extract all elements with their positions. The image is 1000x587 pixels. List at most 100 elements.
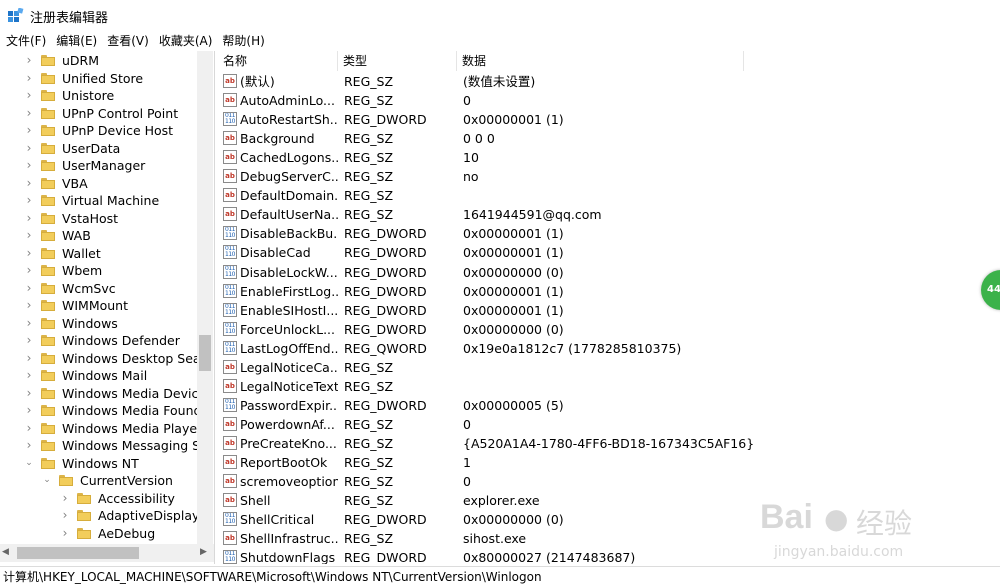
registry-value-row[interactable]: 011 110 AutoRestartSh... REG_DWORD 0x0000000… (218, 110, 1000, 129)
value-name: DefaultDomain... (240, 188, 338, 204)
tree-item-label: UPnP Device Host (62, 123, 174, 138)
registry-value-row[interactable]: ab AutoAdminLo... REG_SZ 0 (218, 91, 1000, 110)
registry-value-row[interactable]: ab ReportBootOk REG_SZ 1 (218, 453, 1000, 472)
tree-item[interactable]: › Windows Defender (0, 332, 214, 350)
menu-view[interactable]: 查看(V) (102, 31, 154, 51)
tree-item[interactable]: › WIMMount (0, 297, 214, 315)
registry-value-row[interactable]: 011 110 ForceUnlockL... REG_DWORD 0x00000000… (218, 320, 1000, 339)
chevron-right-icon[interactable]: › (24, 297, 34, 315)
chevron-right-icon[interactable]: › (24, 367, 34, 385)
registry-value-row[interactable]: ab DebugServerC... REG_SZ no (218, 167, 1000, 186)
registry-value-row[interactable]: ab DefaultUserNa... REG_SZ 1641944591@qq.co… (218, 205, 1000, 224)
chevron-right-icon[interactable]: › (60, 507, 70, 525)
registry-value-row[interactable]: ab DefaultDomain... REG_SZ (218, 186, 1000, 205)
registry-value-row[interactable]: 011 110 DisableCad REG_DWORD 0x00000001 (1) (218, 243, 1000, 262)
chevron-right-icon[interactable]: › (60, 525, 70, 543)
menu-edit[interactable]: 编辑(E) (51, 31, 102, 51)
value-data: no (463, 169, 479, 185)
chevron-right-icon[interactable]: › (24, 140, 34, 158)
registry-value-row[interactable]: ab LegalNoticeCa... REG_SZ (218, 358, 1000, 377)
tree-item[interactable]: › UserData (0, 140, 214, 158)
chevron-right-icon[interactable]: › (24, 437, 34, 455)
tree-horizontal-scroll-thumb[interactable] (17, 547, 139, 559)
tree-item[interactable]: › Wbem (0, 262, 214, 280)
tree-item[interactable]: › Windows Media Device (0, 385, 214, 403)
tree-item[interactable]: › UserManager (0, 157, 214, 175)
tree-item[interactable]: › Windows Messaging Su (0, 437, 214, 455)
tree-vertical-scrollbar[interactable] (197, 51, 213, 544)
tree-item[interactable]: › Accessibility (0, 490, 214, 508)
tree-item[interactable]: › VstaHost (0, 210, 214, 228)
tree-item-label: Windows Media Player (62, 420, 203, 436)
tree-item[interactable]: › UPnP Control Point (0, 105, 214, 123)
tree-item[interactable]: › Windows Media Player (0, 420, 214, 438)
tree-item[interactable]: › uDRM (0, 52, 214, 70)
chevron-right-icon[interactable]: › (24, 192, 34, 210)
tree-item[interactable]: › AdaptiveDisplayB (0, 507, 214, 525)
registry-value-row[interactable]: 011 110 DisableBackBu... REG_DWORD 0x0000000… (218, 224, 1000, 243)
registry-value-row[interactable]: ab PowerdownAf... REG_SZ 0 (218, 415, 1000, 434)
tree-item[interactable]: › Windows Media Found (0, 402, 214, 420)
menu-help[interactable]: 帮助(H) (217, 31, 269, 51)
registry-value-row[interactable]: 011 110 DisableLockW... REG_DWORD 0x00000000… (218, 263, 1000, 282)
tree-item[interactable]: › Virtual Machine (0, 192, 214, 210)
registry-value-row[interactable]: ab scremoveoption REG_SZ 0 (218, 472, 1000, 491)
menu-file[interactable]: 文件(F) (0, 31, 51, 51)
chevron-right-icon[interactable]: › (24, 87, 34, 105)
registry-value-row[interactable]: ab CachedLogons... REG_SZ 10 (218, 148, 1000, 167)
registry-value-row[interactable]: 011 110 EnableSIHostI... REG_DWORD 0x0000000… (218, 301, 1000, 320)
chevron-right-icon[interactable]: › (24, 315, 34, 333)
column-header-type[interactable]: 类型 (338, 51, 457, 71)
registry-value-row[interactable]: ab LegalNoticeText REG_SZ (218, 377, 1000, 396)
tree-item[interactable]: › AeDebug (0, 525, 214, 543)
registry-value-row[interactable]: ab PreCreateKno... REG_SZ {A520A1A4-1780-4F… (218, 434, 1000, 453)
title-bar: 注册表编辑器 (0, 0, 1000, 30)
tree-item[interactable]: › Windows Mail (0, 367, 214, 385)
chevron-right-icon[interactable]: › (60, 490, 70, 508)
tree-vertical-scroll-thumb[interactable] (199, 335, 211, 371)
tree-item[interactable]: › Windows Desktop Sear (0, 350, 214, 368)
chevron-down-icon[interactable]: ⌄ (24, 455, 34, 473)
tree-item[interactable]: › UPnP Device Host (0, 122, 214, 140)
chevron-down-icon[interactable]: ⌄ (42, 472, 52, 490)
chevron-right-icon[interactable]: › (24, 210, 34, 228)
chevron-right-icon[interactable]: › (24, 262, 34, 280)
registry-value-row[interactable]: 011 110 PasswordExpir... REG_DWORD 0x0000000… (218, 396, 1000, 415)
chevron-right-icon[interactable]: › (24, 105, 34, 123)
registry-value-row[interactable]: 011 110 EnableFirstLog... REG_DWORD 0x000000… (218, 282, 1000, 301)
menu-favorites[interactable]: 收藏夹(A) (154, 31, 218, 51)
chevron-right-icon[interactable]: › (24, 52, 34, 70)
chevron-right-icon[interactable]: › (24, 245, 34, 263)
tree-item[interactable]: ⌄ Windows NT (0, 455, 214, 473)
tree-horizontal-scrollbar[interactable]: ◀ ▶ (0, 544, 214, 562)
registry-value-row[interactable]: ab (默认) REG_SZ (数值未设置) (218, 72, 1000, 91)
tree-item[interactable]: › WcmSvc (0, 280, 214, 298)
chevron-right-icon[interactable]: › (24, 332, 34, 350)
scroll-right-arrow-icon[interactable]: ▶ (200, 547, 207, 557)
tree-item[interactable]: › WAB (0, 227, 214, 245)
chevron-right-icon[interactable]: › (24, 402, 34, 420)
chevron-right-icon[interactable]: › (24, 385, 34, 403)
column-header-data[interactable]: 数据 (457, 51, 744, 71)
tree-item[interactable]: › Windows (0, 315, 214, 333)
scroll-left-arrow-icon[interactable]: ◀ (2, 547, 9, 557)
chevron-right-icon[interactable]: › (24, 70, 34, 88)
column-header-name[interactable]: 名称 (218, 51, 338, 71)
tree-item[interactable]: › Unistore (0, 87, 214, 105)
tree-item[interactable]: › VBA (0, 175, 214, 193)
chevron-right-icon[interactable]: › (24, 157, 34, 175)
chevron-right-icon[interactable]: › (24, 122, 34, 140)
tree-item[interactable]: › Unified Store (0, 70, 214, 88)
chevron-right-icon[interactable]: › (24, 227, 34, 245)
value-name: ForceUnlockL... (240, 321, 336, 337)
chevron-right-icon[interactable]: › (24, 280, 34, 298)
chevron-right-icon[interactable]: › (24, 175, 34, 193)
chevron-right-icon[interactable]: › (24, 350, 34, 368)
tree-item[interactable]: ⌄ CurrentVersion (0, 472, 214, 490)
key-tree-pane[interactable]: › uDRM › Unified Store › Unistore › UPnP Contro… (0, 51, 215, 564)
values-list-pane[interactable]: 名称 类型 数据 ab (默认) REG_SZ (数值未设置) ab AutoAdminL… (218, 51, 1000, 564)
registry-value-row[interactable]: ab Background REG_SZ 0 0 0 (218, 129, 1000, 148)
chevron-right-icon[interactable]: › (24, 420, 34, 438)
tree-item[interactable]: › Wallet (0, 245, 214, 263)
registry-value-row[interactable]: 011 110 LastLogOffEnd... REG_QWORD 0x19e0a18… (218, 339, 1000, 358)
